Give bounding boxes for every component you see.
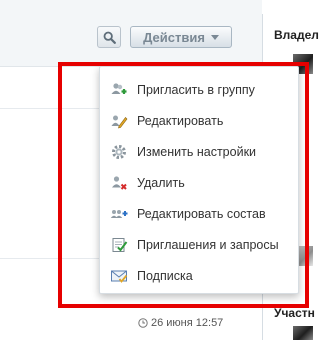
menu-item-label: Подписка [137,268,193,283]
menu-item-delete[interactable]: Удалить [100,167,298,198]
chevron-down-icon [210,34,219,40]
invite-users-icon [110,81,128,99]
menu-item-edit-members[interactable]: Редактировать состав [100,198,298,229]
menu-item-invitations[interactable]: Приглашения и запросы [100,229,298,260]
members-title: Участн [274,306,315,320]
menu-item-edit[interactable]: Редактировать [100,105,298,136]
delete-user-icon [110,174,128,192]
owner-title: Владел [274,28,319,42]
menu-item-label: Приглашения и запросы [137,237,279,252]
member-photo[interactable] [293,326,313,340]
menu-item-subscription[interactable]: Подписка [100,260,298,291]
owner-section: Владел [263,28,319,42]
settings-gear-icon [110,143,128,161]
search-icon [103,31,116,44]
post-timestamp: 26 июня 12:57 [138,317,223,329]
invitations-icon [110,236,128,254]
edit-members-icon [110,205,128,223]
timestamp-text: 26 июня 12:57 [151,317,224,329]
actions-label: Действия [143,29,205,45]
edit-pencil-icon [110,112,128,130]
menu-item-label: Редактировать [137,113,224,128]
menu-item-label: Пригласить в группу [137,82,255,97]
search-button[interactable] [97,26,121,48]
menu-item-label: Удалить [137,175,185,190]
menu-item-label: Редактировать состав [137,206,266,221]
actions-menu: Пригласить в группу Редактировать Измени… [99,66,299,294]
menu-item-label: Изменить настройки [137,144,257,159]
members-section: Участн [263,306,319,320]
actions-dropdown-button[interactable]: Действия [130,26,232,48]
menu-item-settings[interactable]: Изменить настройки [100,136,298,167]
subscription-envelope-icon [110,267,128,285]
menu-item-invite[interactable]: Пригласить в группу [100,74,298,105]
clock-icon [138,318,148,328]
